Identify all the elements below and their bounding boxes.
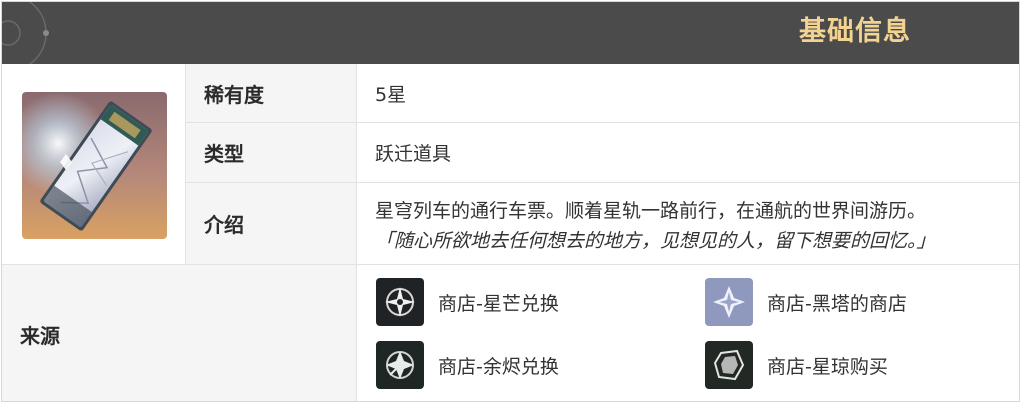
source-item-label: 商店-星琼购买 bbox=[767, 355, 888, 378]
intro-label: 介绍 bbox=[186, 183, 356, 264]
type-label: 类型 bbox=[186, 123, 356, 182]
source-label: 来源 bbox=[2, 265, 356, 401]
rarity-value-cell: 5星 bbox=[357, 64, 1019, 122]
pass-ticket-icon bbox=[22, 92, 167, 239]
source-item-label: 商店-余烬兑换 bbox=[438, 355, 559, 378]
rarity-label: 稀有度 bbox=[186, 64, 356, 122]
rarity-label-text: 稀有度 bbox=[204, 82, 264, 107]
source-item[interactable]: 商店-黑塔的商店 bbox=[705, 278, 907, 326]
type-label-text: 类型 bbox=[204, 142, 244, 166]
rarity-value: 5星 bbox=[375, 83, 407, 106]
basic-info-card: 基础信息 稀有度 5星 类型 跃迁道具 介绍 星穹列车的通行车票。顺着星轨一路前… bbox=[1, 1, 1020, 402]
source-label-text: 来源 bbox=[20, 323, 60, 348]
starlight-exchange-icon bbox=[376, 278, 424, 326]
type-value-cell: 跃迁道具 bbox=[357, 123, 1019, 182]
item-image bbox=[22, 92, 167, 239]
embers-exchange-icon bbox=[376, 341, 424, 389]
source-item-label: 商店-星芒兑换 bbox=[438, 292, 559, 315]
stellar-jade-icon bbox=[705, 341, 753, 389]
intro-quote: 「随心所欲地去任何想去的地方，见想见的人，留下想要的回忆。」 bbox=[375, 230, 936, 252]
source-item[interactable]: 商店-星芒兑换 bbox=[376, 278, 559, 326]
intro-value-cell: 星穹列车的通行车票。顺着星轨一路前行，在通航的世界间游历。 「随心所欲地去任何想… bbox=[357, 183, 1019, 264]
source-item[interactable]: 商店-余烬兑换 bbox=[376, 341, 559, 389]
intro-description: 星穹列车的通行车票。顺着星轨一路前行，在通航的世界间游历。 bbox=[375, 200, 927, 222]
source-item-label: 商店-黑塔的商店 bbox=[767, 292, 907, 315]
type-value: 跃迁道具 bbox=[375, 143, 452, 165]
source-item[interactable]: 商店-星琼购买 bbox=[705, 341, 888, 389]
header-ring-decoration bbox=[2, 2, 49, 64]
intro-label-text: 介绍 bbox=[204, 213, 244, 237]
section-title: 基础信息 bbox=[799, 16, 911, 47]
herta-shop-icon bbox=[705, 278, 753, 326]
section-header: 基础信息 bbox=[2, 2, 1019, 64]
